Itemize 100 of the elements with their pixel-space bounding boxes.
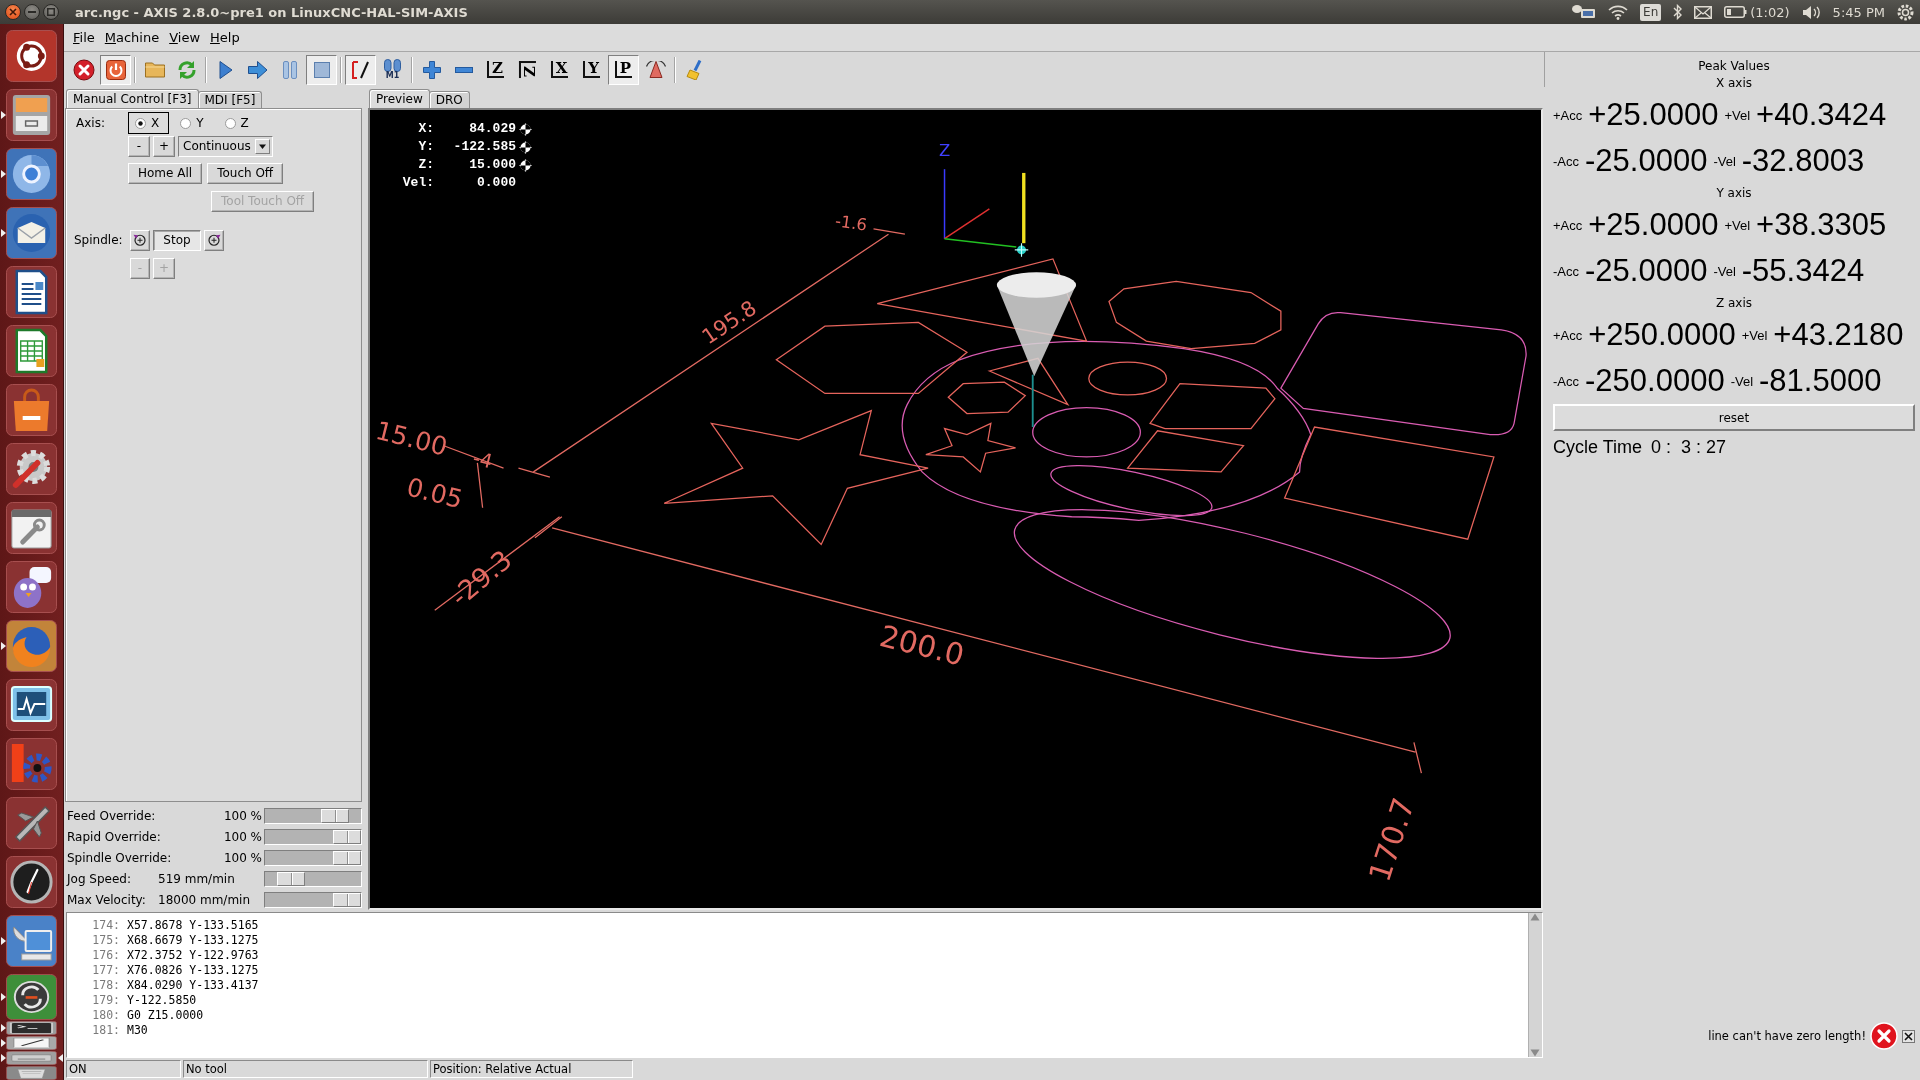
increment-dropdown[interactable]: Continuous: [178, 135, 273, 157]
reset-button[interactable]: reset: [1553, 404, 1915, 431]
orb-icon[interactable]: [6, 148, 57, 200]
menu-item[interactable]: File: [68, 30, 100, 45]
slider-thumb[interactable]: [333, 829, 361, 844]
tab[interactable]: Preview: [369, 89, 430, 108]
acc-value: +250.0000: [1588, 317, 1736, 353]
keyboard-layout-indicator[interactable]: En: [1640, 3, 1662, 21]
home-all-button[interactable]: Home All: [128, 162, 203, 184]
window-wrench-icon[interactable]: [6, 502, 57, 554]
pause-icon: [282, 60, 297, 79]
slider-thumb[interactable]: [321, 808, 350, 823]
view-button[interactable]: X: [544, 54, 575, 85]
tool-line: [1022, 172, 1026, 244]
override-value: 18000 mm/min: [158, 892, 251, 907]
override-label: Jog Speed:: [67, 871, 132, 886]
spreadsheet-icon[interactable]: [6, 325, 57, 377]
axis-heading: Z axis: [1714, 295, 1754, 312]
vel-label: -Vel: [1713, 263, 1736, 279]
spindle-reverse-button[interactable]: [130, 229, 150, 251]
menu-item[interactable]: Machine: [99, 30, 165, 45]
skip-lines-button[interactable]: [345, 54, 376, 85]
override-slider[interactable]: [264, 849, 362, 866]
speaker-icon[interactable]: [1801, 4, 1821, 20]
slider-thumb[interactable]: [333, 850, 361, 865]
dro-axis-label: Vel:: [402, 174, 434, 192]
error-message: line can't have zero length!: [1708, 1029, 1866, 1043]
optional-stop-button[interactable]: M1: [377, 54, 408, 85]
view-button[interactable]: Z: [480, 54, 511, 85]
override-label: Feed Override:: [67, 808, 156, 823]
clock-icon[interactable]: [6, 856, 57, 908]
vel-label: -Vel: [1713, 153, 1736, 169]
trash-icon[interactable]: [6, 1066, 57, 1080]
document-icon[interactable]: [6, 266, 57, 318]
field-label: Spindle:: [73, 233, 124, 247]
jog-minus-button[interactable]: -: [128, 135, 150, 157]
envelope-icon[interactable]: [1694, 5, 1713, 19]
override-slider[interactable]: [264, 828, 362, 845]
tab[interactable]: DRO: [428, 91, 470, 108]
stop-button[interactable]: [306, 54, 337, 85]
view-button[interactable]: Z: [512, 54, 543, 85]
machine-power-button[interactable]: [100, 54, 131, 85]
spindle-stop-button[interactable]: Stop: [153, 229, 201, 251]
dro-value: 15.000: [469, 156, 516, 174]
axis-radio[interactable]: Y: [173, 112, 214, 134]
field-label: Axis:: [75, 116, 106, 130]
file-drawer-icon[interactable]: [6, 89, 57, 141]
jog-plus-button[interactable]: +: [153, 135, 175, 157]
menu-item[interactable]: Help: [205, 30, 245, 45]
override-slider[interactable]: [264, 870, 362, 887]
airplane-icon[interactable]: [6, 797, 57, 849]
refresh-icon: [177, 59, 196, 80]
dimension-label: -1.6: [833, 211, 869, 235]
override-slider[interactable]: [264, 807, 362, 824]
vertical-scrollbar[interactable]: [1528, 913, 1542, 1057]
bluetooth-icon[interactable]: [1673, 4, 1683, 20]
view-button[interactable]: P: [608, 54, 639, 85]
refresh-badge-icon[interactable]: [6, 974, 57, 1020]
vel-value: -32.8003: [1741, 143, 1865, 179]
slider-thumb[interactable]: [333, 892, 361, 907]
wifi-icon[interactable]: [1608, 4, 1629, 20]
override-slider[interactable]: [264, 891, 362, 908]
power-icon: [105, 59, 126, 80]
tab[interactable]: MDI [F5]: [197, 91, 263, 108]
cycle-time-value: 0 : 3 : 27: [1651, 436, 1727, 458]
network-icon[interactable]: [1572, 5, 1597, 19]
wrench-gear-icon[interactable]: [6, 443, 57, 495]
graph-screen-icon[interactable]: [6, 679, 57, 731]
dish-computer-icon[interactable]: [6, 915, 57, 967]
view-button[interactable]: Y: [576, 54, 607, 85]
gcode-line: X76.0826 Y-133.1275: [127, 963, 259, 978]
window-minimize-button[interactable]: [24, 4, 40, 20]
touch-off-button[interactable]: Touch Off: [207, 162, 284, 184]
gear-icon[interactable]: [6, 738, 57, 790]
clock-text[interactable]: 5:45 PM: [1832, 4, 1885, 20]
menu-item[interactable]: View: [164, 30, 206, 45]
slider-thumb[interactable]: [276, 871, 305, 886]
bird-speech-icon[interactable]: [6, 561, 57, 613]
window-close-button[interactable]: [5, 4, 21, 20]
window-maximize-button[interactable]: [43, 4, 59, 20]
bracket-slash-icon: [352, 60, 369, 79]
shopping-bag-icon[interactable]: [6, 384, 57, 436]
drive-icon[interactable]: [6, 1051, 57, 1065]
close-button[interactable]: [1902, 1029, 1915, 1043]
axis-radio[interactable]: X: [128, 112, 170, 134]
gcode-line: X57.8678 Y-133.5165: [127, 918, 259, 933]
vel-value: -55.3424: [1741, 253, 1865, 289]
terminal-icon[interactable]: [6, 1021, 57, 1035]
position-marker-icon: [1014, 242, 1029, 258]
text-editor-icon[interactable]: [6, 1036, 57, 1050]
circle-logo-icon[interactable]: [6, 30, 57, 82]
gcode-line: Y-122.5850: [127, 993, 197, 1008]
arrow-right-icon: [247, 60, 268, 79]
vel-value: +38.3305: [1756, 207, 1887, 243]
tab[interactable]: Manual Control [F3]: [66, 89, 199, 108]
globe-envelope-icon[interactable]: [6, 207, 57, 259]
spindle-forward-button[interactable]: [204, 229, 224, 251]
axis-radio[interactable]: Z: [217, 112, 259, 134]
gcode-line: X84.0290 Y-133.4137: [127, 978, 259, 993]
battery-icon[interactable]: [1724, 6, 1748, 18]
